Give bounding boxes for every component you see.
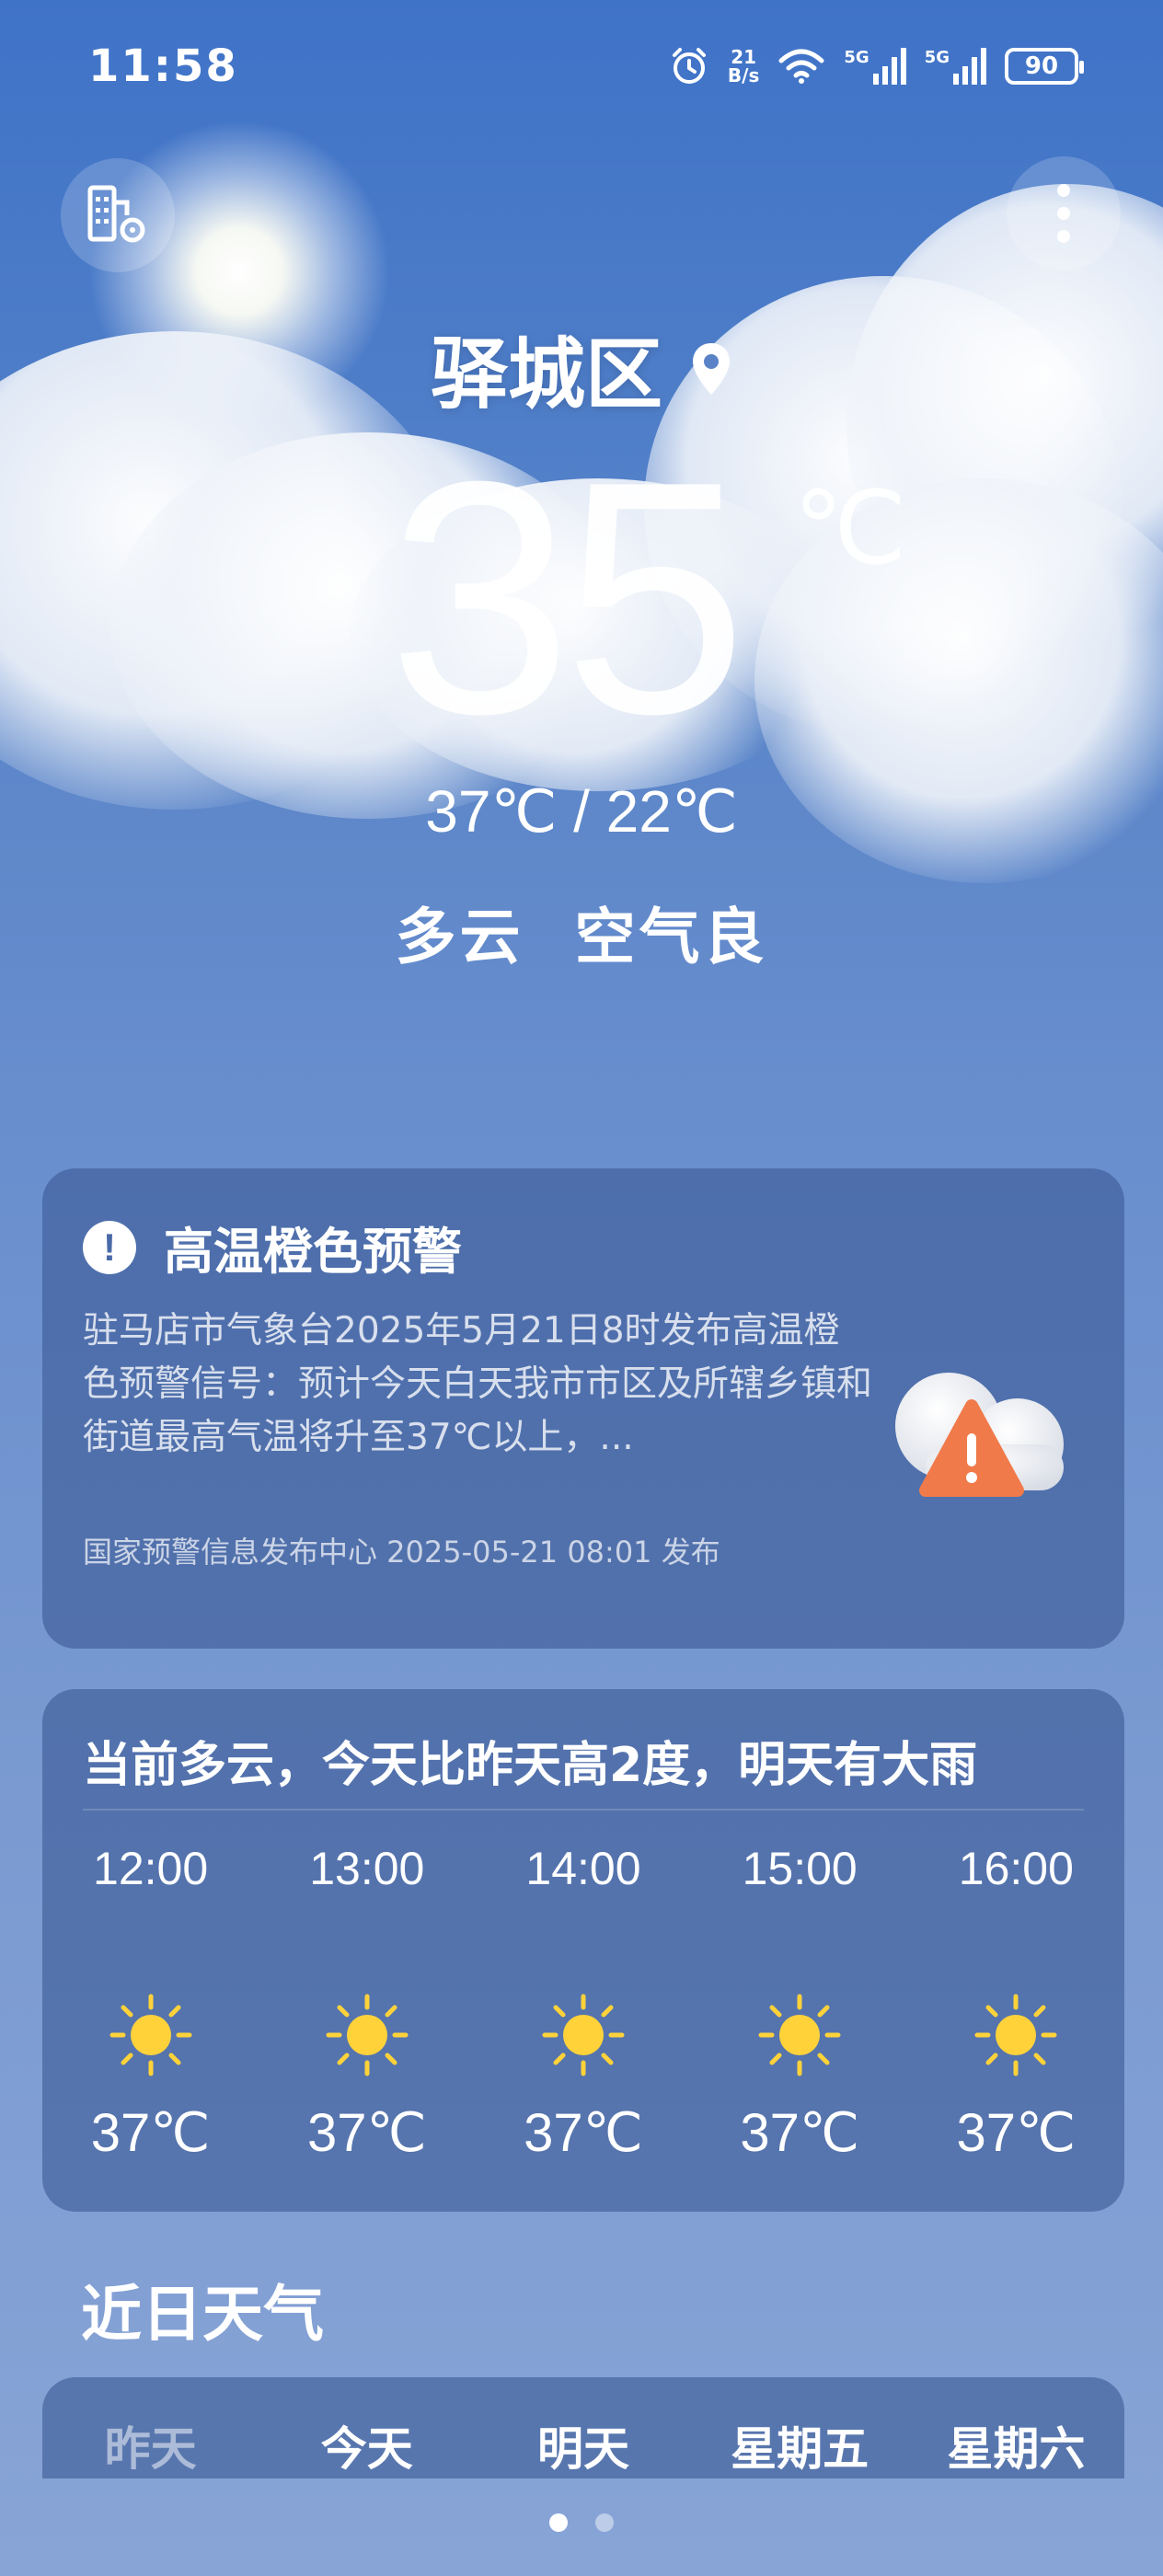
daily-section-title: 近日天气 [81, 2279, 324, 2350]
weather-alert-card[interactable]: ! 高温橙色预警 驻马店市气象台2025年5月21日8时发布高温橙色预警信号：预… [42, 1168, 1124, 1649]
hour-time: 15:00 [742, 1843, 858, 1894]
hour-temp: 37℃ [90, 2103, 211, 2163]
divider [83, 1809, 1084, 1811]
hourly-item: 14:00 37℃ [475, 1836, 691, 2164]
sun-icon [758, 1994, 841, 2076]
day-label[interactable]: 明天 [475, 2412, 691, 2478]
hour-temp: 37℃ [740, 2103, 859, 2163]
exclamation-icon: ! [83, 1220, 136, 1274]
hour-time: 12:00 [93, 1843, 209, 1894]
hour-temp: 37℃ [524, 2103, 643, 2163]
hour-time: 14:00 [525, 1843, 641, 1894]
temperature-unit: ℃ [793, 472, 907, 585]
daily-forecast-card[interactable]: 昨天 今天 明天 星期五 星期六 [42, 2377, 1124, 2478]
status-bar: 11:58 21 B/s 5G 5G 90 [0, 0, 1163, 147]
temperature-range: 37℃ / 22℃ [425, 778, 738, 845]
city-manage-icon [87, 185, 145, 243]
weather-condition: 多云 [395, 902, 524, 972]
alert-body: 驻马店市气象台2025年5月21日8时发布高温橙色预警信号：预计今天白天我市市区… [83, 1310, 873, 1458]
cell-signal-2: 5G [925, 48, 986, 85]
current-temperature: 35 ℃ [0, 432, 1163, 764]
net-speed: 21 B/s [728, 48, 759, 85]
battery-level: 90 [1024, 52, 1059, 80]
sun-icon [974, 1994, 1057, 2076]
temperature-value: 35 [387, 413, 747, 783]
day-label[interactable]: 今天 [259, 2412, 475, 2478]
net-speed-value: 21 [731, 46, 757, 68]
air-quality[interactable]: 空气良 [574, 902, 767, 972]
status-time: 11:58 [88, 40, 238, 92]
signal-bars-icon [953, 48, 986, 85]
signal-type-2: 5G [924, 48, 950, 67]
hourly-item: 16:00 37℃ [908, 1836, 1124, 2164]
condition-row: 多云 空气良 [0, 888, 1163, 976]
location-pin-icon [693, 342, 730, 395]
signal-type-1: 5G [844, 48, 869, 67]
hourly-item: 13:00 37℃ [259, 1836, 475, 2164]
hourly-item: 15:00 37℃ [692, 1836, 908, 2164]
alert-source: 国家预警信息发布中心 2025-05-21 08:01 发布 [83, 1535, 720, 1570]
day-label[interactable]: 星期六 [908, 2412, 1124, 2478]
hourly-forecast-card[interactable]: 当前多云，今天比昨天高2度，明天有大雨 12:00 37℃ 13:00 37℃ … [42, 1689, 1124, 2212]
hourly-item: 12:00 37℃ [42, 1836, 259, 2164]
hourly-list[interactable]: 12:00 37℃ 13:00 37℃ 14:00 37℃ 15:00 37℃ … [42, 1836, 1124, 2164]
hour-temp: 37℃ [306, 2103, 427, 2163]
location-row[interactable]: 驿城区 [0, 313, 1163, 424]
day-label[interactable]: 星期五 [692, 2412, 908, 2478]
daily-day-row: 昨天 今天 明天 星期五 星期六 [42, 2412, 1124, 2478]
signal-bars-icon [872, 48, 906, 85]
status-icons: 21 B/s 5G 5G 90 [669, 46, 1084, 86]
alarm-icon [672, 48, 706, 84]
hour-time: 16:00 [958, 1843, 1074, 1894]
page-dot-active[interactable] [549, 2513, 568, 2532]
cell-signal-1: 5G [844, 48, 906, 85]
alert-title: 高温橙色预警 [164, 1223, 462, 1281]
city-manage-button[interactable] [61, 158, 175, 272]
sun-icon [542, 1994, 625, 2076]
more-button[interactable] [1007, 156, 1121, 270]
sun-icon [326, 1994, 409, 2076]
warning-cloud-icon [895, 1373, 1064, 1497]
hour-temp: 37℃ [956, 2103, 1077, 2163]
location-name: 驿城区 [430, 329, 662, 420]
alert-header: ! 高温橙色预警 [83, 1211, 462, 1283]
forecast-summary: 当前多云，今天比昨天高2度，明天有大雨 [83, 1738, 978, 1793]
page-indicator[interactable] [0, 2513, 1163, 2532]
wifi-icon [778, 49, 824, 84]
net-speed-unit: B/s [727, 64, 760, 86]
hour-time: 13:00 [309, 1843, 425, 1894]
day-label[interactable]: 昨天 [42, 2412, 259, 2478]
more-vert-icon [1057, 184, 1070, 243]
sun-icon [109, 1994, 192, 2076]
battery-indicator: 90 [1005, 48, 1084, 85]
page-dot[interactable] [595, 2513, 614, 2532]
